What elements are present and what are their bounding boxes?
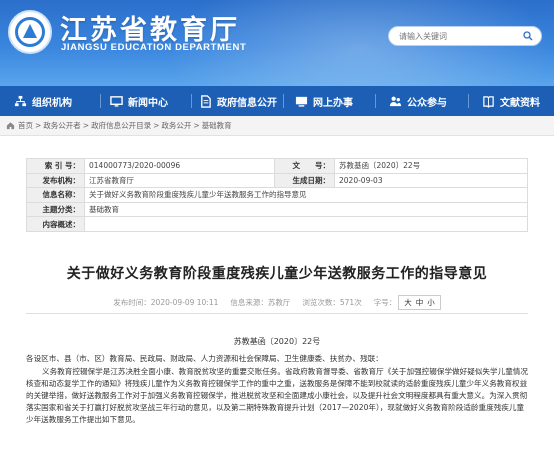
summary-label: 内容概述： (26, 216, 85, 232)
view-count: 浏览次数：571次 (302, 297, 362, 307)
breadcrumb: 首页 > 政务公开者 > 政府信息公开目录 > 政务公开 > 基础教育 (0, 116, 554, 136)
body-paragraph: 义务教育控辍保学是江苏决胜全面小康、教育脱贫攻坚的重要交账任务。省政府教育督导委… (26, 367, 528, 424)
topic-label: 主题分类： (26, 201, 85, 218)
article-title: 关于做好义务教育阶段重度残疾儿童少年送教服务工作的指导意见 (66, 266, 488, 282)
article-meta: 发布时间：2020-09-09 10:11 信息来源：苏教厅 浏览次数：571次… (0, 294, 554, 310)
nav-label: 组织机构 (32, 97, 72, 109)
breadcrumb-item[interactable]: 政府信息公开目录 (91, 120, 151, 131)
salutation: 各设区市、县（市、区）教育局、民政局、财政局、人力资源和社会保障局、卫生健康委、… (26, 354, 383, 363)
breadcrumb-current[interactable]: 基础教育 (202, 120, 232, 131)
breadcrumb-home[interactable]: 首页 (18, 120, 33, 131)
nav-label: 政府信息公开 (217, 97, 277, 109)
topic-value: 基础教育 (84, 201, 528, 218)
nav-item-gov-info[interactable]: 政府信息公开 (199, 86, 277, 116)
breadcrumb-item[interactable]: 政务公开 (161, 120, 191, 131)
table-row: 主题分类： 基础教育 (26, 201, 528, 218)
home-icon[interactable] (6, 121, 15, 130)
search-input[interactable] (399, 30, 511, 43)
meta-line: 发布时间：2020-09-09 10:11 信息来源：苏教厅 浏览次数：571次… (26, 294, 528, 310)
date-label: 生成日期： (274, 172, 335, 189)
font-medium-button[interactable]: 中 (416, 297, 424, 308)
index-label: 索 引 号： (26, 158, 85, 174)
org-chart-icon (14, 95, 27, 106)
site-logo[interactable] (8, 10, 52, 54)
search-icon[interactable] (523, 31, 533, 41)
search-box[interactable] (388, 26, 542, 46)
screen-icon (295, 96, 308, 107)
table-row: 信息名称： 关于做好义务教育阶段重度残疾儿童少年送教服务工作的指导意见 (26, 187, 528, 203)
font-small-button[interactable]: 小 (427, 297, 435, 308)
name-value: 关于做好义务教育阶段重度残疾儿童少年送教服务工作的指导意见 (84, 187, 528, 203)
nav-item-online-service[interactable]: 网上办事 (295, 86, 353, 116)
nav-item-org[interactable]: 组织机构 (14, 86, 72, 116)
date-value: 2020-09-03 (334, 172, 528, 189)
docnum-label: 文 号： (274, 158, 335, 174)
index-value: 014000773/2020-00096 (84, 158, 275, 174)
main-nav: 组织机构 新闻中心 政府信息公开 网上办事 公众参与 文献资料 (0, 86, 554, 116)
nav-divider (283, 94, 284, 108)
site-header: 江苏省教育厅 JIANGSU EDUCATION DEPARTMENT (0, 0, 554, 86)
nav-divider (100, 94, 101, 108)
name-label: 信息名称： (26, 187, 85, 203)
nav-item-documents[interactable]: 文献资料 (482, 86, 540, 116)
nav-label: 新闻中心 (128, 97, 168, 109)
table-row: 索 引 号： 014000773/2020-00096 文 号： 苏教基函〔20… (26, 158, 528, 174)
table-row: 发布机构： 江苏省教育厅 生成日期： 2020-09-03 (26, 172, 528, 189)
font-size-label: 字号： (373, 297, 397, 307)
people-icon (389, 96, 402, 106)
document-number: 苏教基函〔2020〕22号 (233, 337, 321, 346)
summary-value (84, 216, 528, 232)
nav-divider (191, 94, 192, 108)
breadcrumb-item[interactable]: 政务公开者 (43, 120, 81, 131)
nav-label: 网上办事 (313, 97, 353, 109)
font-size-switcher: 大 中 小 (398, 294, 441, 310)
font-large-button[interactable]: 大 (404, 297, 412, 308)
org-label: 发布机构： (26, 172, 85, 189)
document-icon (201, 94, 211, 108)
nav-label: 公众参与 (407, 97, 447, 109)
publish-time: 发布时间：2020-09-09 10:11 (113, 297, 219, 307)
meta-divider (26, 313, 528, 314)
nav-item-participation[interactable]: 公众参与 (389, 86, 447, 116)
book-icon (483, 95, 494, 108)
nav-label: 文献资料 (500, 97, 540, 109)
info-table: 索 引 号： 014000773/2020-00096 文 号： 苏教基函〔20… (26, 158, 528, 232)
docnum-value: 苏教基函〔2020〕22号 (334, 158, 528, 174)
site-subtitle: JIANGSU EDUCATION DEPARTMENT (61, 42, 247, 53)
nav-item-news[interactable]: 新闻中心 (110, 86, 168, 116)
table-row: 内容概述： (26, 216, 528, 232)
info-source: 信息来源：苏教厅 (230, 297, 291, 307)
monitor-icon (110, 95, 123, 107)
nav-divider (375, 94, 376, 108)
nav-divider (468, 94, 469, 108)
org-value: 江苏省教育厅 (84, 172, 275, 189)
